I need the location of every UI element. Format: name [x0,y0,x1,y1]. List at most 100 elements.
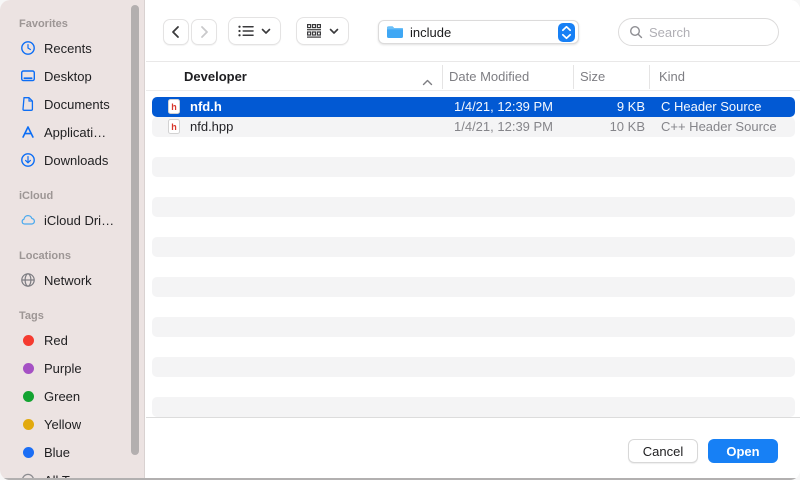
footer: Cancel Open [146,417,800,480]
empty-row [152,277,795,297]
cancel-button[interactable]: Cancel [628,439,698,463]
sidebar-item-network[interactable]: Network [0,266,144,294]
h-file-glyph: h [168,119,180,134]
tag-dot-icon [20,416,36,432]
sidebar-item-purple[interactable]: Purple [0,354,144,382]
empty-row [152,297,795,317]
sidebar-section-title-tags: Tags [0,306,144,326]
list-view-button[interactable] [228,17,281,45]
sidebar-item-label: Purple [44,361,82,376]
sidebar-item-green[interactable]: Green [0,382,144,410]
sidebar-item-recents[interactable]: Recents [0,34,144,62]
sidebar-item-label: Recents [44,41,92,56]
sidebar-section-title-locations: Locations [0,246,144,266]
sidebar-item-label: Blue [44,445,70,460]
sidebar-item-label: Yellow [44,417,81,432]
sidebar-item-label: Green [44,389,80,404]
sidebar-section-title-icloud: iCloud [0,186,144,206]
column-header-kind[interactable]: Kind [659,62,685,91]
chevron-down-icon [329,22,339,40]
search-input[interactable] [649,25,769,40]
sidebar-item-label: Documents [44,97,110,112]
column-header-size[interactable]: Size [580,62,605,91]
chevron-right-icon [196,24,212,40]
main-panel: include Developer [146,0,800,480]
sidebar-sections: Favorites Recents Desktop Documents Applicat… [0,14,144,480]
sidebar: Favorites Recents Desktop Documents Applicat… [0,0,145,480]
search-field[interactable] [618,18,779,46]
empty-row [152,157,795,177]
tag-dot-icon [20,332,36,348]
clock-icon [20,40,36,56]
tag-dot-icon [23,363,34,374]
sidebar-item-icloud-dri[interactable]: iCloud Dri… [0,206,144,234]
empty-row [152,197,795,217]
tag-dot-icon [20,444,36,460]
group-view-button[interactable] [296,17,349,45]
open-file-dialog: Favorites Recents Desktop Documents Applicat… [0,0,800,480]
empty-row [152,237,795,257]
sidebar-item-red[interactable]: Red [0,326,144,354]
sidebar-item-desktop[interactable]: Desktop [0,62,144,90]
empty-row [152,177,795,197]
tag-dot-icon [20,388,36,404]
tag-dot-icon [23,335,34,346]
empty-row [152,377,795,397]
empty-row [152,397,795,417]
column-resize-handle[interactable] [573,65,574,89]
column-resize-handle[interactable] [442,65,443,89]
column-headers: Developer Date Modified Size Kind [146,62,800,91]
download-circle-icon [20,152,36,168]
file-list: hnfd.h1/4/21, 12:39 PM9 KBC Header Sourc… [146,91,800,417]
file-name-cell: nfd.hpp [190,117,233,137]
sidebar-item-applicati[interactable]: Applicati… [0,118,144,146]
popup-stepper-icon[interactable] [558,23,575,42]
column-resize-handle[interactable] [649,65,650,89]
file-row[interactable]: hnfd.hpp1/4/21, 12:39 PM10 KBC++ Header … [152,117,795,137]
search-icon [628,24,644,40]
open-button[interactable]: Open [708,439,778,463]
sidebar-scrollbar[interactable] [131,5,139,455]
sidebar-item-downloads[interactable]: Downloads [0,146,144,174]
location-popup-value: include [410,25,451,40]
group-view-icon [306,23,322,39]
tag-dot-icon [23,419,34,430]
tag-dot-icon [20,360,36,376]
column-header-developer[interactable]: Developer [184,62,247,91]
kind-cell: C++ Header Source [661,117,777,137]
sidebar-item-yellow[interactable]: Yellow [0,410,144,438]
toolbar: include [146,0,800,62]
sidebar-item-label: Downloads [44,153,108,168]
sidebar-section-title-favorites: Favorites [0,14,144,34]
location-popup[interactable]: include [378,20,579,44]
kind-cell: C Header Source [661,97,761,117]
document-icon [20,96,36,112]
sidebar-item-documents[interactable]: Documents [0,90,144,118]
chevron-down-icon [261,22,271,40]
folder-icon [386,25,404,39]
cloud-icon [20,212,36,228]
sidebar-item-blue[interactable]: Blue [0,438,144,466]
globe-icon [20,272,36,288]
desktop-icon [20,68,36,84]
empty-row [152,137,795,157]
sidebar-item-label: Network [44,273,92,288]
sort-ascending-icon [422,74,433,89]
appstore-icon [20,124,36,140]
empty-row [152,317,795,337]
h-file-icon: h [168,99,180,115]
column-header-date-modified[interactable]: Date Modified [449,62,529,91]
forward-button[interactable] [191,19,217,45]
size-cell: 10 KB [552,117,645,137]
sidebar-item-label: Red [44,333,68,348]
empty-row [152,217,795,237]
sidebar-item-label: iCloud Dri… [44,213,114,228]
back-button[interactable] [163,19,189,45]
file-row[interactable]: hnfd.h1/4/21, 12:39 PM9 KBC Header Sourc… [152,97,795,117]
date-modified-cell: 1/4/21, 12:39 PM [454,97,553,117]
size-cell: 9 KB [552,97,645,117]
list-view-icon [238,23,254,39]
tag-dot-icon [23,391,34,402]
empty-row [152,257,795,277]
h-file-glyph: h [168,99,180,114]
